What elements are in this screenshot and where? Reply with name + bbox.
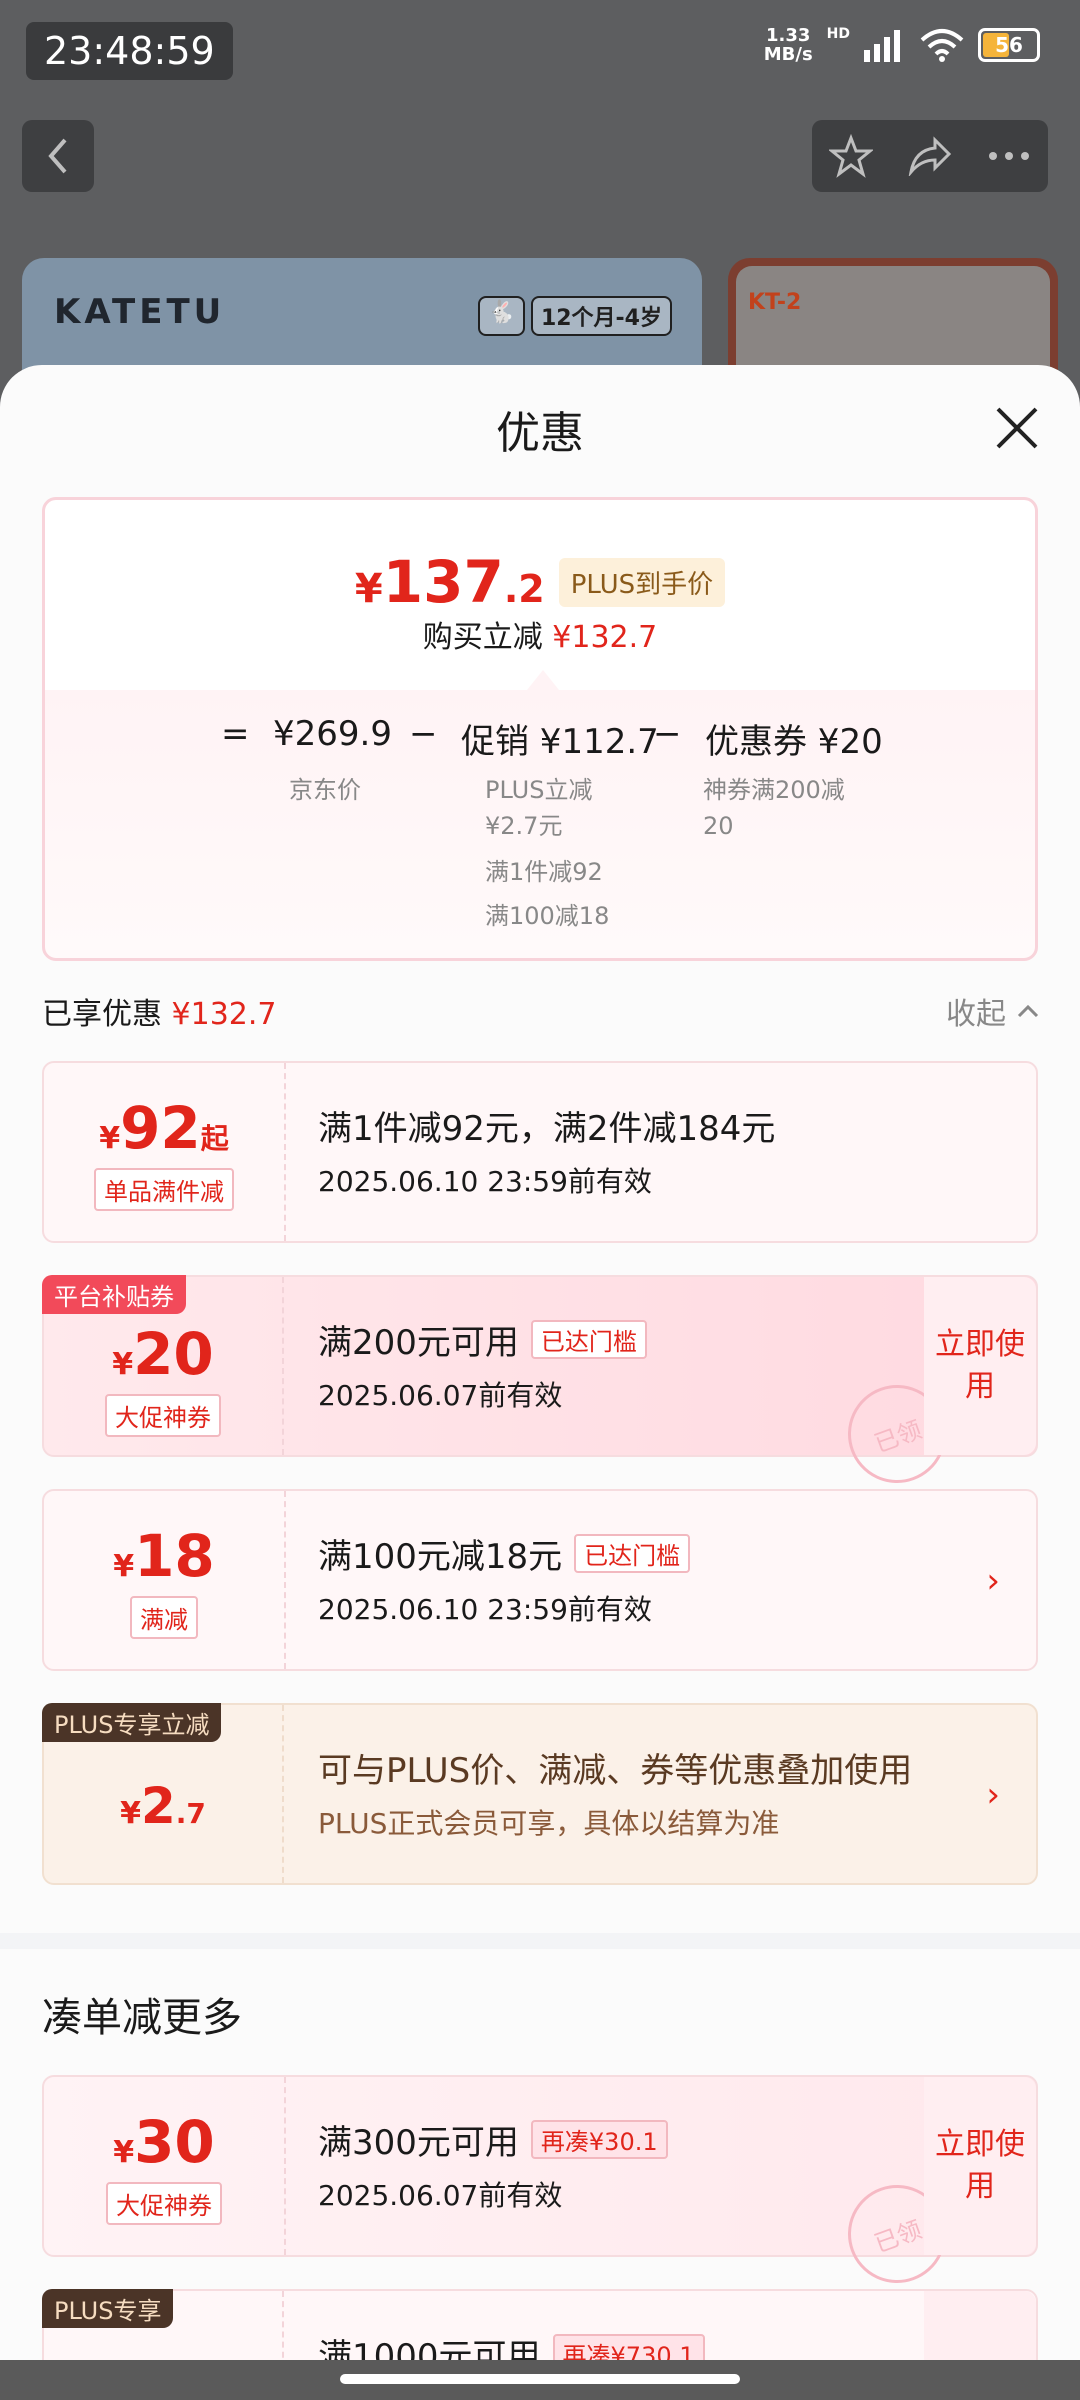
share-icon[interactable] [907, 136, 953, 176]
chevron-right-icon[interactable]: › [986, 1561, 1000, 1601]
chevron-left-icon [48, 138, 67, 174]
status-bar: 23:48:59 1.33 MB/s HD 56 [0, 0, 1080, 100]
collapse-toggle[interactable]: 收起 [946, 989, 1040, 1033]
network-type: HD [826, 26, 850, 42]
sheet-title: 优惠 [496, 408, 584, 459]
coupon-amount: ¥18 [113, 1521, 215, 1590]
coupon-type: 大促神券 [105, 1393, 221, 1437]
back-button[interactable] [22, 120, 94, 192]
rabbit-icon: 🐇 [477, 296, 525, 336]
coupon-rule: 满200元可用 已达门槛 [318, 1315, 916, 1364]
coupon-type: 满减 [130, 1595, 198, 1639]
coupon-type: 单品满件减 [94, 1167, 234, 1211]
plus-price-tag: PLUS到手价 [558, 557, 726, 607]
chevron-right-icon[interactable]: › [986, 1775, 1000, 1815]
top-up-badge: 再凑¥30.1 [530, 2120, 668, 2159]
more-discounts-title: 凑单减更多 [42, 1995, 242, 2041]
home-indicator[interactable] [340, 2374, 740, 2384]
coupon-amount: ¥20 [112, 1319, 214, 1388]
plus-member-note: PLUS正式会员可享，具体以结算为准 [318, 1807, 780, 1840]
use-now-button[interactable]: 立即使用 [924, 1277, 1036, 1455]
enjoyed-discount: 已享优惠 ¥132.7 [42, 997, 277, 1032]
star-icon[interactable] [829, 134, 873, 178]
coupon-amount: ¥92 起 [99, 1093, 229, 1162]
coupon-amount: ¥30 [113, 2107, 215, 2176]
brand-logo: KATETU [54, 292, 226, 332]
section-divider [0, 1933, 1080, 1949]
signal-icon [864, 30, 900, 62]
coupon-item[interactable]: 平台补贴券 ¥20 大促神券 满200元可用 已达门槛 2025.06.07前有… [42, 1275, 1038, 1497]
plus-stack-note: 可与PLUS价、满减、券等优惠叠加使用 [318, 1751, 913, 1791]
plus-reduction-item[interactable]: PLUS专享立减 ¥2.7 可与PLUS价、满减、券等优惠叠加使用 PLUS正式… [42, 1703, 1038, 1885]
net-speed: 1.33 MB/s [763, 25, 813, 65]
wifi-icon [920, 29, 964, 62]
coupon-item[interactable]: ¥30 大促神券 满300元可用 再凑¥30.1 2025.06.07前有效 已… [42, 2075, 1038, 2297]
coupon-rule: 满300元可用 再凑¥30.1 [318, 2115, 916, 2164]
age-badge: 🐇 12个月-4岁 [477, 296, 672, 336]
coupon-item[interactable]: ¥18 满减 满100元减18元 已达门槛 2025.06.10 23:59前有… [42, 1489, 1038, 1671]
coupon-rule: 满100元减18元 已达门槛 [318, 1529, 916, 1578]
coupon-amount: ¥2.7 [120, 1777, 206, 1835]
chevron-up-icon [1017, 1004, 1039, 1018]
nav-actions [812, 120, 1048, 192]
threshold-badge: 已达门槛 [574, 1534, 691, 1573]
instant-reduction: 购买立减 ¥132.7 [422, 620, 658, 655]
coupon-type: 大促神券 [106, 2181, 222, 2225]
use-now-button[interactable]: 立即使用 [924, 2077, 1036, 2255]
status-icons: 1.33 MB/s HD 56 [764, 26, 1040, 64]
coupon-detail: 神券满200减 20 [703, 776, 845, 840]
price-summary: ¥137.2 PLUS到手价 购买立减 ¥132.7 = ¥269.9 − 促销… [42, 497, 1038, 961]
close-icon[interactable] [992, 403, 1042, 453]
coupon-expiry: 2025.06.07前有效 [318, 1379, 563, 1412]
final-price: ¥137.2 [354, 548, 545, 616]
discount-sheet: 优惠 ¥137.2 PLUS到手价 购买立减 ¥132.7 = ¥269.9 −… [0, 365, 1080, 2400]
battery-icon: 56 [978, 28, 1040, 62]
threshold-badge: 已达门槛 [530, 1320, 647, 1359]
status-time: 23:48:59 [26, 22, 233, 80]
promo-detail: PLUS立减 ¥2.7元 满1件减92 满100减18 [485, 776, 610, 930]
coupon-expiry: 2025.06.10 23:59前有效 [318, 1165, 652, 1198]
more-icon[interactable] [987, 150, 1031, 162]
jd-price-label: 京东价 [289, 776, 361, 804]
coupon-expiry: 2025.06.07前有效 [318, 2179, 563, 2212]
coupon-expiry: 2025.06.10 23:59前有效 [318, 1593, 652, 1626]
coupon-rule: 满1件减92元，满2件减184元 [318, 1109, 776, 1149]
coupon-item[interactable]: ¥92 起 单品满件减 满1件减92元，满2件减184元 2025.06.10 2… [42, 1061, 1038, 1243]
